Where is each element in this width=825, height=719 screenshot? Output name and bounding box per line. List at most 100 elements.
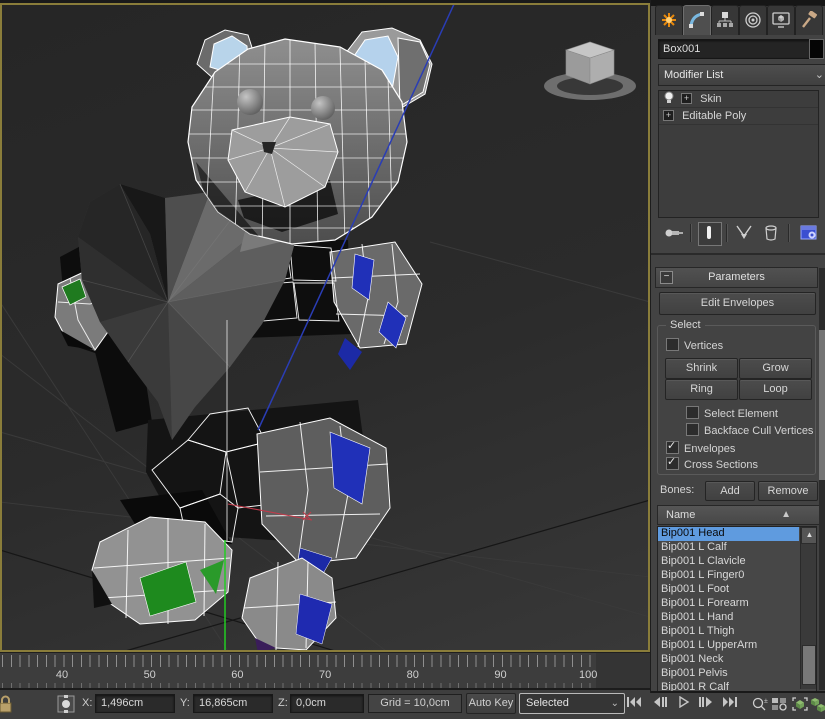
group-title: Select (666, 319, 705, 331)
z-coordinate-label: Z: (278, 697, 288, 709)
panel-scrollbar-thumb[interactable] (819, 330, 825, 480)
cross-sections-checkbox[interactable] (666, 456, 679, 470)
lock-selection-icon[interactable] (0, 694, 12, 714)
modifier-stack-toolbar (658, 221, 817, 247)
bone-list-item[interactable]: Bip001 L Finger0 (658, 569, 799, 583)
envelopes-checkbox[interactable] (666, 440, 679, 454)
bone-list-item[interactable]: Bip001 L UpperArm (658, 639, 799, 653)
divider (651, 253, 825, 255)
3dsmax-window: 40 50 60 70 80 90 100 X: 1,496cm Y: 16,865cm Z… (0, 0, 825, 719)
command-panel: Box001 Modifier List ⌄ + Skin + Editable… (650, 0, 825, 693)
utilities-icon (802, 11, 818, 28)
edit-envelopes-button[interactable]: Edit Envelopes (659, 292, 816, 315)
scrollbar-thumb[interactable] (802, 645, 816, 685)
checkbox-label: Select Element (704, 408, 778, 420)
bone-list-name-header[interactable]: Name ▲ (657, 505, 824, 525)
bone-list-item[interactable]: Bip001 Head (658, 527, 799, 541)
add-bone-button[interactable]: Add (705, 481, 755, 501)
select-element-checkbox[interactable] (686, 406, 699, 419)
scroll-up-icon[interactable]: ▲ (801, 527, 816, 544)
backface-cull-checkbox-row[interactable]: Backface Cull Vertices (686, 423, 813, 437)
timeline-frame-label: 70 (318, 669, 332, 681)
bone-list-item[interactable]: Bip001 L Forearm (658, 597, 799, 611)
cross-sections-checkbox-row[interactable]: Cross Sections (666, 456, 758, 471)
bone-list-item[interactable]: Bip001 L Thigh (658, 625, 799, 639)
remove-modifier-button[interactable] (760, 222, 782, 244)
column-header-label: Name (666, 509, 696, 521)
go-to-start-button[interactable] (622, 693, 646, 713)
bone-list-item[interactable]: Bip001 Pelvis (658, 667, 799, 681)
y-coordinate-label: Y: (180, 697, 190, 709)
timeline-ruler[interactable]: 40 50 60 70 80 90 100 (0, 652, 650, 689)
object-name-field[interactable]: Box001 (658, 39, 812, 59)
envelopes-checkbox-row[interactable]: Envelopes (666, 440, 736, 455)
bone-list-item[interactable]: Bip001 L Clavicle (658, 555, 799, 569)
modifier-list-dropdown[interactable]: Modifier List ⌄ (658, 64, 825, 86)
show-end-result-button[interactable] (698, 222, 722, 246)
select-element-checkbox-row[interactable]: Select Element (686, 406, 778, 420)
sort-ascending-icon[interactable]: ▲ (781, 506, 791, 524)
tab-motion[interactable] (739, 5, 767, 35)
backface-cull-checkbox[interactable] (686, 423, 699, 436)
vertices-checkbox[interactable] (666, 338, 679, 351)
teddy-bear-scene (2, 5, 648, 650)
chevron-down-icon: ⌄ (814, 69, 824, 81)
bulb-icon[interactable] (663, 91, 676, 105)
selection-filter-value: Selected (526, 697, 569, 709)
expand-icon[interactable]: + (663, 110, 674, 121)
modifier-stack-item-skin[interactable]: + Skin (659, 91, 818, 108)
object-color-swatch[interactable] (809, 39, 824, 59)
tab-utilities[interactable] (795, 5, 823, 35)
bone-list-item[interactable]: Bip001 L Hand (658, 611, 799, 625)
tab-display[interactable] (767, 5, 795, 35)
modifier-list-label: Modifier List (664, 69, 724, 81)
timeline-frame-label: 90 (494, 669, 507, 681)
timeline-frame-label: 50 (143, 669, 156, 681)
modifier-stack[interactable]: + Skin + Editable Poly (658, 90, 819, 218)
checkbox-label: Envelopes (684, 443, 736, 455)
grow-button[interactable]: Grow (739, 358, 812, 379)
create-icon (662, 13, 676, 27)
absolute-mode-icon[interactable] (56, 694, 76, 714)
ring-button[interactable]: Ring (665, 379, 738, 400)
y-coordinate-field[interactable]: 16,865cm (193, 694, 273, 713)
shrink-button[interactable]: Shrink (665, 358, 738, 379)
bone-list-item[interactable]: Bip001 L Foot (658, 583, 799, 597)
tab-create[interactable] (655, 5, 683, 35)
go-to-end-button[interactable] (718, 693, 742, 713)
bone-list-item[interactable]: Bip001 Neck (658, 653, 799, 667)
expand-icon[interactable]: + (681, 93, 693, 104)
bone-list-item[interactable]: Bip001 L Calf (658, 541, 799, 555)
next-frame-button[interactable] (694, 693, 718, 713)
zoom-extents-all-button[interactable] (806, 693, 825, 713)
loop-button[interactable]: Loop (739, 379, 812, 400)
tab-modify[interactable] (683, 5, 711, 35)
perspective-viewport[interactable] (0, 0, 650, 652)
remove-bone-button[interactable]: Remove (758, 481, 818, 501)
tab-hierarchy[interactable] (711, 5, 739, 35)
pin-stack-button[interactable] (662, 222, 684, 244)
vertices-checkbox-row[interactable]: Vertices (666, 338, 724, 352)
select-group: Select Vertices Shrink Grow Ring Loop Se… (657, 319, 816, 475)
bone-rows: Bip001 Head Bip001 L Calf Bip001 L Clavicl… (658, 527, 799, 691)
timeline-frame-label: 100 (579, 669, 598, 681)
panel-scrollbar[interactable] (819, 268, 825, 690)
configure-modifier-sets-button[interactable] (798, 222, 820, 244)
selection-filter-dropdown[interactable]: Selected ⌄ (519, 693, 625, 714)
z-coordinate-field[interactable]: 0,0cm (290, 694, 364, 713)
timeline-labels: 40 50 60 70 80 90 100 (0, 653, 650, 689)
make-unique-button[interactable] (734, 222, 756, 244)
grid-size-indicator: Grid = 10,0cm (368, 694, 462, 713)
hierarchy-icon (717, 12, 733, 27)
x-coordinate-field[interactable]: 1,496cm (95, 694, 175, 713)
collapse-icon[interactable]: − (660, 271, 673, 284)
modifier-stack-item-editable-poly[interactable]: + Editable Poly (659, 108, 818, 125)
play-button[interactable] (672, 693, 696, 713)
bone-list-scrollbar[interactable]: ▲ (800, 527, 816, 689)
checkbox-label: Vertices (684, 340, 724, 352)
viewport-canvas[interactable] (0, 3, 650, 652)
auto-key-button[interactable]: Auto Key (466, 693, 516, 714)
previous-frame-button[interactable] (648, 693, 672, 713)
parameters-rollout-header[interactable]: − Parameters (655, 267, 818, 288)
bone-list[interactable]: Bip001 Head Bip001 L Calf Bip001 L Clavicl… (657, 526, 817, 692)
